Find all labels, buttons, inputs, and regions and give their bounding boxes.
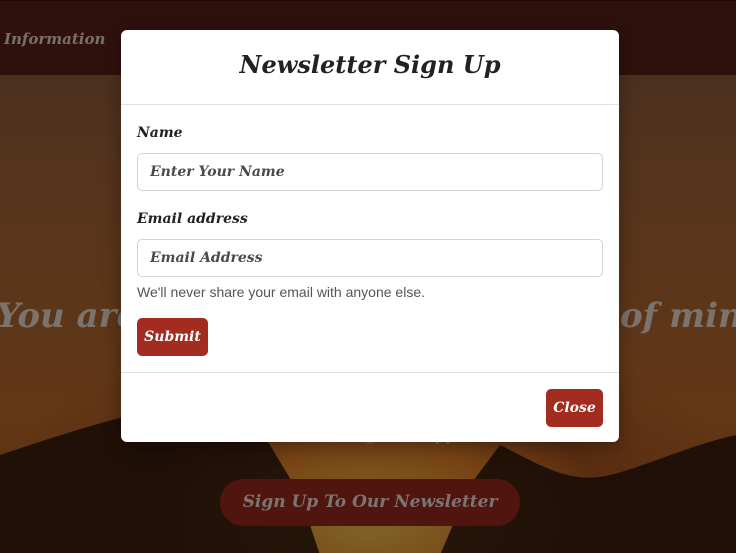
modal-title: Newsletter Sign Up [239,50,501,79]
name-input[interactable] [137,153,603,191]
newsletter-modal: Newsletter Sign Up Name Email address We… [121,30,619,442]
email-label: Email address [137,211,248,227]
modal-footer: Close [121,372,619,442]
close-button[interactable]: Close [546,389,603,427]
email-input[interactable] [137,239,603,277]
name-label: Name [137,125,183,141]
modal-header: Newsletter Sign Up [121,30,619,105]
submit-button[interactable]: Submit [137,318,208,356]
email-help-text: We'll never share your email with anyone… [137,284,425,300]
